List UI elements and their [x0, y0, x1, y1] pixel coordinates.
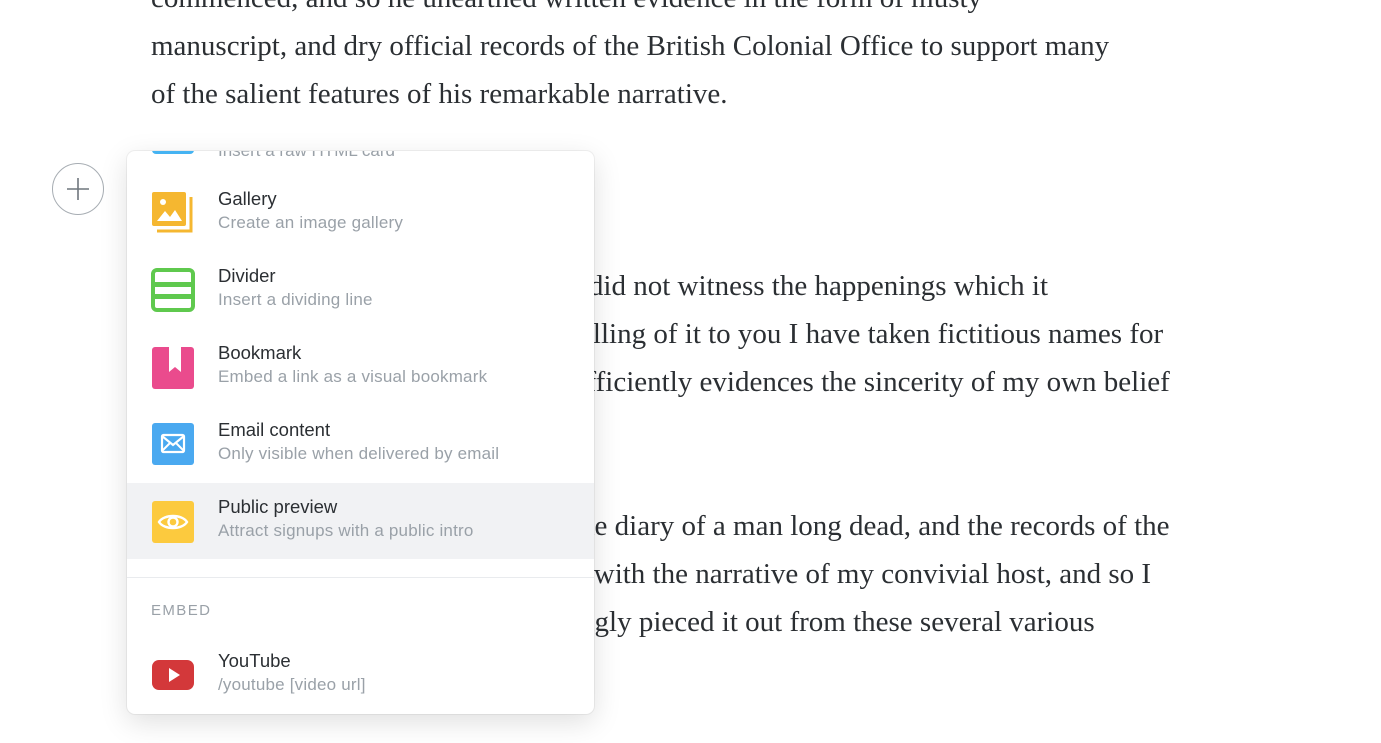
- item-desc: Attract signups with a public intro: [218, 521, 474, 540]
- item-desc: Create an image gallery: [218, 213, 404, 232]
- menu-item-email-content[interactable]: Email content Only visible when delivere…: [127, 406, 594, 482]
- item-desc: Embed a link as a visual bookmark: [218, 367, 488, 386]
- paragraph-line: of the salient features of his remarkabl…: [151, 78, 728, 110]
- menu-item-divider[interactable]: Divider Insert a dividing line: [127, 252, 594, 328]
- item-desc: /youtube [video url]: [218, 675, 366, 694]
- card-menu: Insert a raw HTML card Gallery Create an…: [127, 151, 594, 714]
- paragraph-line: n with the narrative of my convivial hos…: [572, 558, 1152, 590]
- gallery-icon: [152, 192, 193, 233]
- add-card-button[interactable]: [52, 163, 104, 215]
- section-label-embed: EMBED: [151, 602, 212, 619]
- menu-divider: [127, 577, 594, 578]
- plus-icon: [67, 178, 89, 200]
- menu-item-bookmark[interactable]: Bookmark Embed a link as a visual bookma…: [127, 329, 594, 405]
- item-title: Gallery: [218, 188, 277, 209]
- menu-item-gallery[interactable]: Gallery Create an image gallery: [127, 175, 594, 251]
- item-title: Bookmark: [218, 342, 302, 363]
- eye-icon: [152, 501, 194, 543]
- paragraph-line: commenced, and so he unearthed written e…: [151, 0, 1109, 22]
- paragraph-line: manuscript, and dry official records of …: [151, 30, 1110, 62]
- item-title: Public preview: [218, 496, 338, 517]
- paragraph-3[interactable]: the diary of a man long dead, and the re…: [572, 502, 1170, 646]
- menu-item-youtube[interactable]: YouTube /youtube [video url]: [127, 637, 594, 713]
- item-title: YouTube: [218, 650, 291, 671]
- item-title: Divider: [218, 265, 276, 286]
- paragraph-line: the diary of a man long dead, and the re…: [572, 510, 1170, 542]
- item-desc: Insert a dividing line: [218, 290, 373, 309]
- item-desc: Insert a raw HTML card: [218, 151, 395, 161]
- html-card-item-partial[interactable]: Insert a raw HTML card: [127, 151, 594, 167]
- divider-icon: [151, 268, 195, 312]
- paragraph-line: I did not witness the happenings which i…: [572, 270, 1049, 302]
- item-desc: Only visible when delivered by email: [218, 444, 500, 463]
- menu-item-public-preview[interactable]: Public preview Attract signups with a pu…: [127, 483, 594, 559]
- item-title: Email content: [218, 419, 331, 440]
- paragraph-1[interactable]: commenced, and so he unearthed written e…: [151, 0, 1109, 118]
- paragraph-line: ufficiently evidences the sincerity of m…: [572, 366, 1170, 398]
- html-icon: [152, 151, 194, 154]
- paragraph-line: ingly pieced it out from these several v…: [572, 606, 1095, 638]
- paragraph-2[interactable]: I did not witness the happenings which i…: [572, 262, 1170, 406]
- bookmark-icon: [152, 347, 194, 389]
- youtube-icon: [152, 660, 194, 690]
- email-icon: [152, 423, 194, 465]
- paragraph-line: telling of it to you I have taken fictit…: [572, 318, 1164, 350]
